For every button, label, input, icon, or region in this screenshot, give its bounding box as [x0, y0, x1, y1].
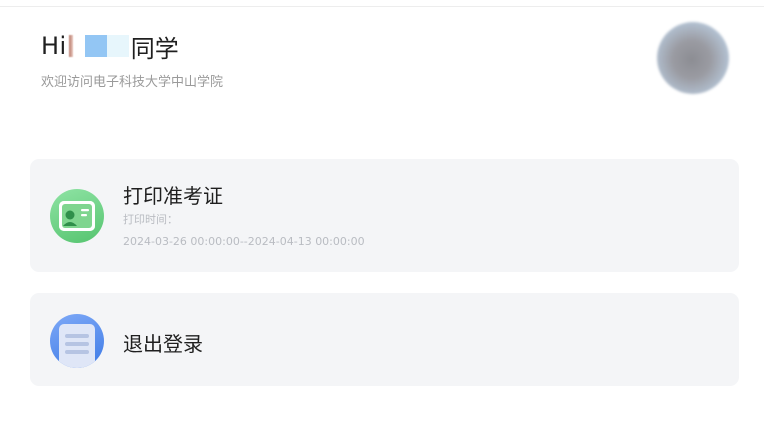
logout-card[interactable]: 退出登录	[30, 293, 739, 386]
print-admission-ticket-card[interactable]: 打印准考证 打印时间： 2024-03-26 00:00:00--2024-04…	[30, 159, 739, 272]
print-time-range: 2024-03-26 00:00:00--2024-04-13 00:00:00	[123, 235, 365, 248]
card-title: 退出登录	[123, 332, 203, 356]
avatar[interactable]	[657, 22, 729, 94]
top-divider	[0, 6, 764, 7]
print-time-label: 打印时间：	[123, 213, 178, 226]
greeting-prefix: Hi	[41, 32, 67, 60]
card-title: 打印准考证	[123, 184, 223, 208]
redacted-name	[68, 33, 129, 59]
greeting: Hi 同学	[41, 30, 179, 63]
welcome-text: 欢迎访问电子科技大学中山学院	[41, 75, 224, 90]
greeting-suffix: 同学	[130, 34, 179, 63]
page: Hi 同学 欢迎访问电子科技大学中山学院 打印准考证 打印时间： 2024-03…	[0, 0, 764, 434]
document-icon	[50, 314, 104, 368]
id-card-icon	[50, 189, 104, 243]
